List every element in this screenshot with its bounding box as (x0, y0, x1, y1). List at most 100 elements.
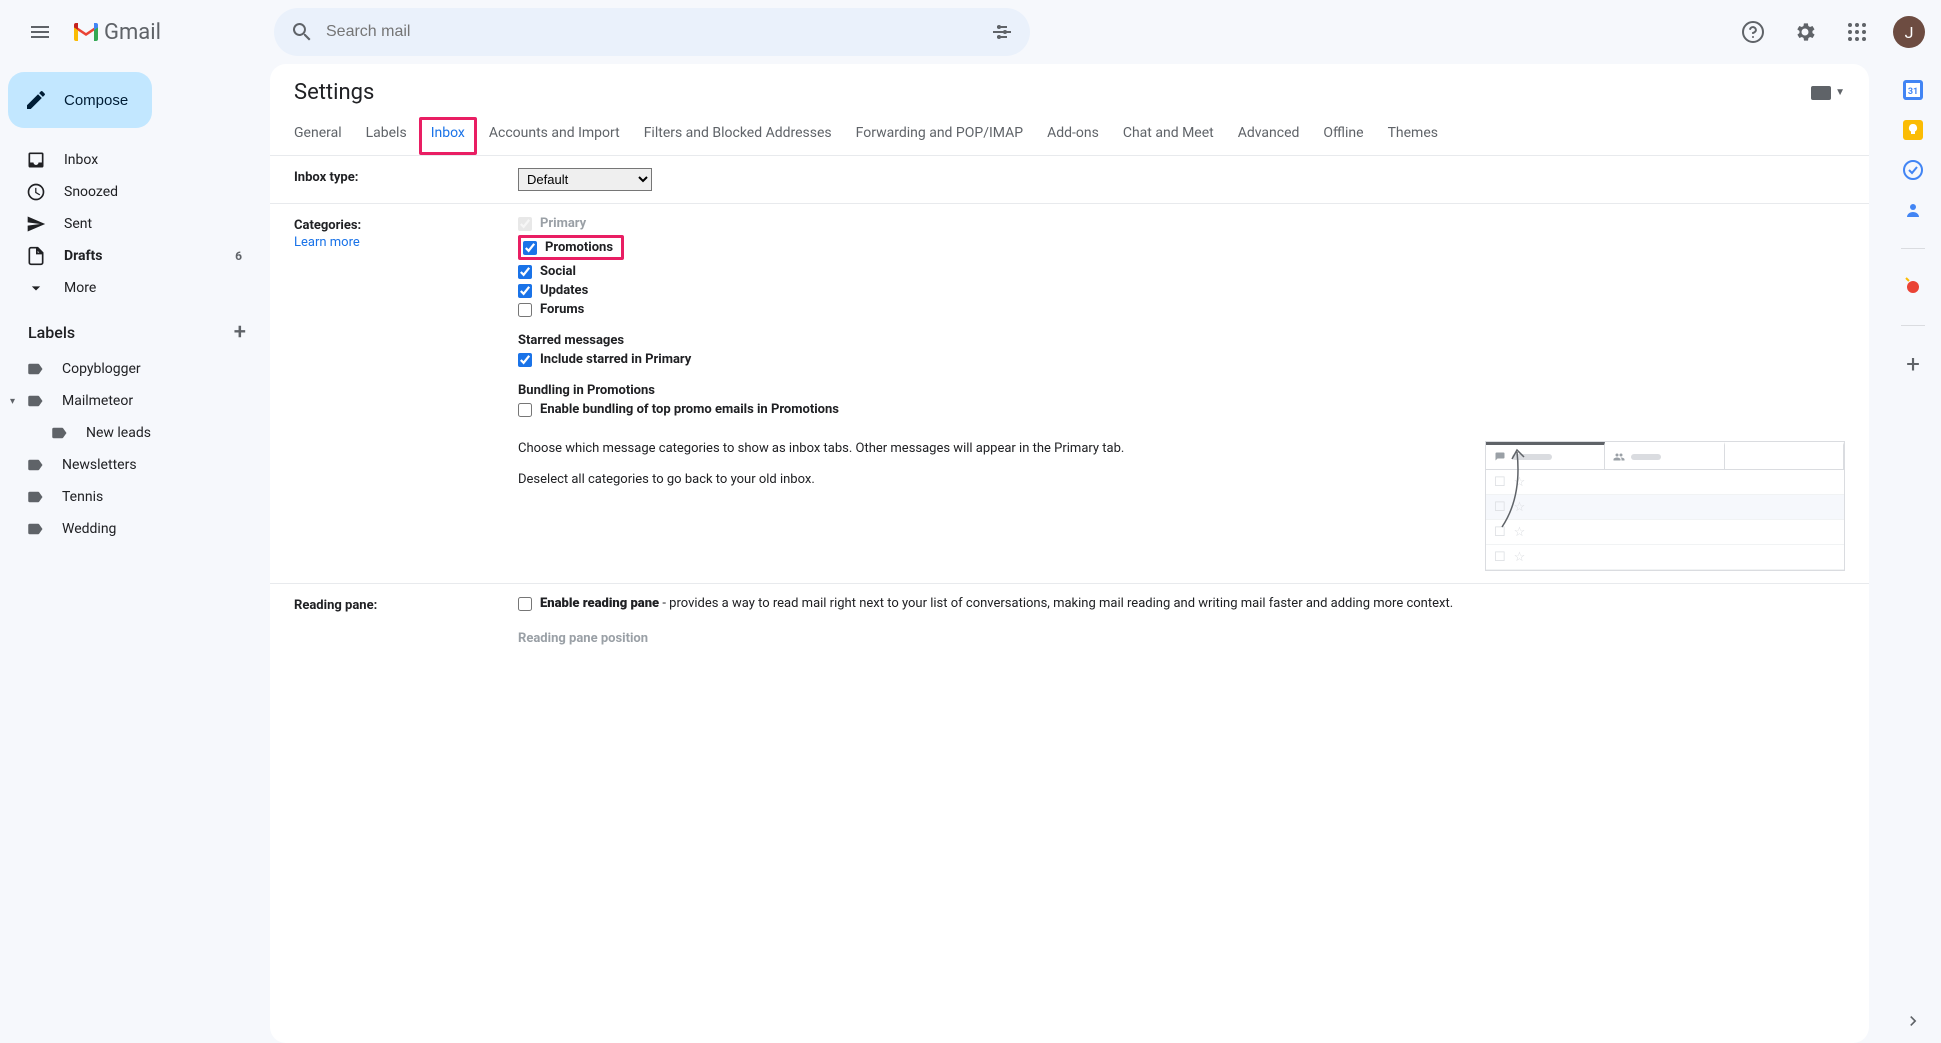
search-icon (290, 20, 314, 44)
inbox-type-label: Inbox type: (294, 168, 518, 191)
hide-side-panel-button[interactable] (1903, 1011, 1923, 1031)
settings-title: Settings (294, 80, 374, 105)
bundling-heading: Bundling in Promotions (518, 383, 1845, 398)
tab-labels[interactable]: Labels (354, 117, 419, 155)
hamburger-icon (28, 20, 52, 44)
enable-reading-pane-checkbox[interactable] (518, 597, 532, 611)
enable-bundling-label[interactable]: Enable bundling of top promo emails in P… (540, 402, 839, 417)
tab-inbox[interactable]: Inbox (419, 117, 477, 155)
label-icon (26, 360, 44, 378)
get-addons-button[interactable]: + (1903, 354, 1923, 374)
apps-grid-icon (1845, 20, 1869, 44)
apps-button[interactable] (1833, 8, 1881, 56)
nav-inbox[interactable]: Inbox (0, 144, 254, 176)
inbox-icon (26, 150, 46, 170)
left-sidebar: Compose Inbox Snoozed Sent Drafts 6 More Labe… (0, 64, 270, 1043)
category-forums-checkbox[interactable] (518, 303, 532, 317)
gmail-logo[interactable]: Gmail (68, 20, 161, 45)
label-text: Newsletters (62, 457, 137, 473)
nav-label: Drafts (64, 248, 102, 264)
label-newsletters[interactable]: Newsletters (0, 449, 270, 481)
learn-more-link[interactable]: Learn more (294, 235, 518, 250)
account-avatar[interactable]: J (1893, 16, 1925, 48)
nav-snoozed[interactable]: Snoozed (0, 176, 254, 208)
main-menu-button[interactable] (16, 8, 64, 56)
clock-icon (26, 182, 46, 202)
label-tennis[interactable]: Tennis (0, 481, 270, 513)
nav-drafts[interactable]: Drafts 6 (0, 240, 254, 272)
compose-button[interactable]: Compose (8, 72, 152, 128)
settings-panel: Settings ▼ GeneralLabelsInboxAccounts an… (270, 64, 1869, 1043)
support-button[interactable] (1729, 8, 1777, 56)
nav-more[interactable]: More (0, 272, 254, 304)
category-promotions-label[interactable]: Promotions (545, 240, 613, 255)
category-updates-label[interactable]: Updates (540, 283, 588, 298)
settings-button[interactable] (1781, 8, 1829, 56)
nav-label: Sent (64, 216, 92, 232)
inbox-preview-image: ☐☆ ☐☆ ☐☆ ☐☆ (1485, 441, 1845, 571)
tab-forwarding-and-pop-imap[interactable]: Forwarding and POP/IMAP (844, 117, 1035, 155)
app-header: Gmail J (0, 0, 1941, 64)
dropdown-caret-icon: ▼ (1835, 87, 1845, 98)
addon-app-icon[interactable] (1903, 277, 1923, 297)
chevron-down-icon (26, 278, 46, 298)
category-social-checkbox[interactable] (518, 265, 532, 279)
add-label-button[interactable]: + (234, 320, 246, 345)
nav-sent[interactable]: Sent (0, 208, 254, 240)
label-text: Tennis (62, 489, 103, 505)
labels-heading: Labels (28, 323, 75, 342)
gmail-icon (72, 21, 100, 43)
category-social-label[interactable]: Social (540, 264, 576, 279)
include-starred-checkbox[interactable] (518, 353, 532, 367)
compose-label: Compose (64, 92, 128, 109)
pencil-icon (24, 88, 48, 112)
contacts-app-icon[interactable] (1903, 200, 1923, 220)
tab-advanced[interactable]: Advanced (1226, 117, 1312, 155)
nav-count: 6 (235, 249, 242, 263)
label-text: New leads (86, 425, 151, 441)
categories-description-2: Deselect all categories to go back to yo… (518, 472, 1453, 487)
categories-label: Categories: (294, 218, 361, 233)
keyboard-icon (1811, 86, 1831, 100)
keep-app-icon[interactable] (1903, 120, 1923, 140)
enable-reading-pane-label[interactable]: Enable reading pane - provides a way to … (540, 596, 1453, 611)
nav-label: Inbox (64, 152, 98, 168)
tab-filters-and-blocked-addresses[interactable]: Filters and Blocked Addresses (632, 117, 844, 155)
label-text: Wedding (62, 521, 116, 537)
label-new-leads[interactable]: New leads (0, 417, 270, 449)
label-wedding[interactable]: Wedding (0, 513, 270, 545)
side-panel: 31 + (1885, 64, 1941, 1043)
nav-label: Snoozed (64, 184, 118, 200)
label-icon (26, 520, 44, 538)
settings-tabs: GeneralLabelsInboxAccounts and ImportFil… (270, 109, 1869, 156)
tasks-app-icon[interactable] (1903, 160, 1923, 180)
nav-label: More (64, 280, 96, 296)
label-icon (50, 424, 68, 442)
calendar-app-icon[interactable]: 31 (1903, 80, 1923, 100)
label-copyblogger[interactable]: Copyblogger (0, 353, 270, 385)
include-starred-label[interactable]: Include starred in Primary (540, 352, 691, 367)
search-options-icon[interactable] (990, 20, 1014, 44)
category-promotions-checkbox[interactable] (523, 241, 537, 255)
tab-offline[interactable]: Offline (1311, 117, 1375, 155)
category-forums-label[interactable]: Forums (540, 302, 584, 317)
tab-general[interactable]: General (282, 117, 354, 155)
tab-themes[interactable]: Themes (1376, 117, 1450, 155)
search-input[interactable] (326, 23, 978, 41)
category-primary-label: Primary (540, 216, 586, 231)
label-text: Copyblogger (62, 361, 141, 377)
inbox-type-select[interactable]: Default (518, 168, 652, 191)
tab-accounts-and-import[interactable]: Accounts and Import (477, 117, 632, 155)
product-name: Gmail (104, 20, 161, 45)
reading-pane-position-label: Reading pane position (518, 631, 1845, 646)
reading-pane-label: Reading pane: (294, 596, 518, 646)
enable-bundling-checkbox[interactable] (518, 403, 532, 417)
expand-caret-icon[interactable]: ▾ (10, 396, 15, 407)
category-updates-checkbox[interactable] (518, 284, 532, 298)
search-bar[interactable] (274, 8, 1030, 56)
input-tools-button[interactable]: ▼ (1811, 86, 1845, 100)
tab-add-ons[interactable]: Add-ons (1035, 117, 1111, 155)
label-mailmeteor[interactable]: ▾Mailmeteor (0, 385, 270, 417)
svg-text:31: 31 (1908, 87, 1918, 97)
tab-chat-and-meet[interactable]: Chat and Meet (1111, 117, 1226, 155)
